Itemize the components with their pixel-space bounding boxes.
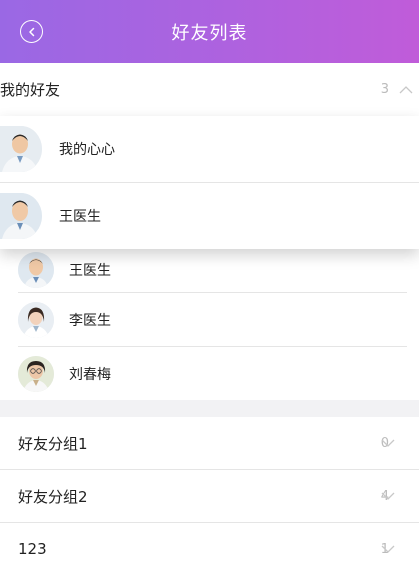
group-title: 好友分组1 xyxy=(18,434,88,453)
chevron-down-icon xyxy=(381,439,395,447)
friend-name: 刘春梅 xyxy=(69,366,111,383)
back-circle-icon xyxy=(28,27,34,36)
group-count: 3 xyxy=(380,82,389,97)
chevron-down-icon xyxy=(381,492,395,500)
popup-item[interactable]: 王医生 xyxy=(0,183,419,249)
popup-item-name: 我的心心 xyxy=(59,142,115,158)
back-button[interactable] xyxy=(20,20,43,43)
avatar xyxy=(0,193,42,239)
friend-name: 李医生 xyxy=(69,312,111,329)
friend-popup-panel: 我的心心 王医生 xyxy=(0,116,419,249)
group-header[interactable]: 123 1 xyxy=(0,523,419,575)
section-gap xyxy=(0,400,419,417)
navbar: 好友列表 xyxy=(0,0,419,63)
chevron-up-icon xyxy=(399,85,413,93)
avatar xyxy=(18,355,54,392)
page-title: 好友列表 xyxy=(171,22,248,44)
avatar xyxy=(18,301,54,338)
chevron-down-icon xyxy=(381,545,395,553)
group-title: 好友分组2 xyxy=(18,487,88,506)
list-item[interactable]: 刘春梅 xyxy=(0,347,419,400)
group-header-my-friends[interactable]: 我的好友 3 xyxy=(0,63,419,116)
avatar xyxy=(18,252,54,288)
group-title: 123 xyxy=(18,540,47,558)
popup-item[interactable]: 我的心心 xyxy=(0,116,419,182)
list-item[interactable]: 王医生 xyxy=(0,248,419,292)
friend-name: 王医生 xyxy=(69,263,111,279)
popup-item-name: 王医生 xyxy=(59,209,101,225)
avatar xyxy=(0,126,42,172)
group-title: 我的好友 xyxy=(0,81,61,99)
list-item[interactable]: 李医生 xyxy=(0,293,419,346)
group-header[interactable]: 好友分组2 4 xyxy=(0,470,419,522)
group-header[interactable]: 好友分组1 0 xyxy=(0,417,419,469)
